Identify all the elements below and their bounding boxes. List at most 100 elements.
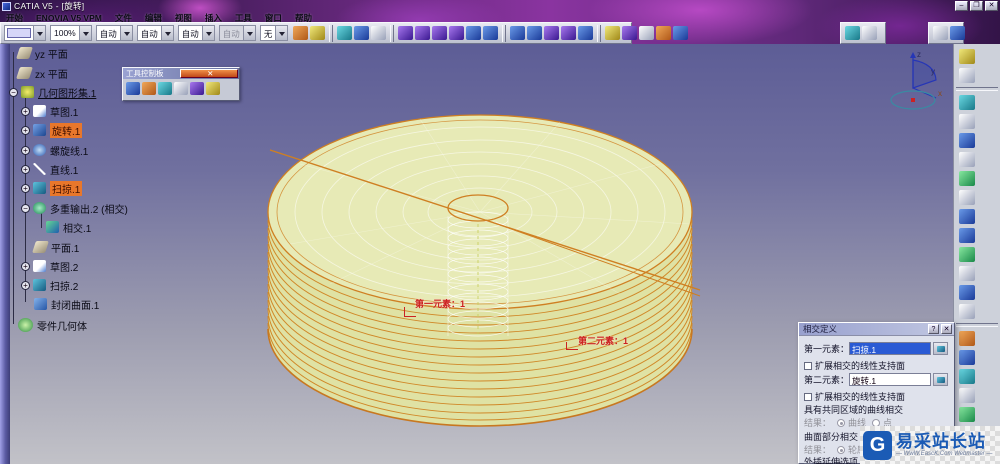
workbench-tool-icon[interactable]	[959, 266, 975, 281]
lineweight-dropdown[interactable]: 自动	[177, 25, 215, 41]
extend-support-checkbox-2[interactable]	[804, 392, 812, 401]
collapse-icon[interactable]: −	[21, 203, 30, 213]
tree-item-sketch-1[interactable]: + 草图.1	[21, 104, 78, 119]
3d-viewport[interactable]: 第一元素：1 第二元素：1 z y x yz 平面 zx 平面 − 几何图形集.…	[0, 44, 1000, 464]
palette-tool-icon[interactable]	[206, 82, 220, 95]
expand-icon[interactable]: +	[21, 106, 30, 116]
workbench-tool-icon[interactable]	[959, 114, 975, 129]
tree-item-zx-plane[interactable]: zx 平面	[16, 66, 68, 81]
workbench-tool-icon[interactable]	[959, 369, 975, 384]
misc-tool-icon[interactable]	[656, 26, 672, 40]
misc-tool-icon[interactable]	[673, 26, 689, 40]
collapse-icon[interactable]: −	[9, 87, 18, 97]
close-button[interactable]: ✕	[985, 1, 998, 11]
extend-support-checkbox-1[interactable]	[804, 361, 812, 370]
palette-tool-icon[interactable]	[174, 82, 188, 95]
palette-tool-icon[interactable]	[142, 82, 156, 95]
tree-anchor-bar[interactable]	[0, 44, 10, 464]
workbench-tool-icon[interactable]	[959, 190, 975, 205]
knowledge-tool-icon[interactable]	[862, 26, 877, 40]
workbench-tool-icon[interactable]	[959, 285, 975, 300]
misc-tool-icon[interactable]	[622, 26, 638, 40]
first-element-field[interactable]: 扫掠.1	[849, 342, 932, 355]
workbench-tool-icon[interactable]	[959, 68, 975, 83]
tree-item-yz-plane[interactable]: yz 平面	[16, 46, 68, 61]
render-style-icon[interactable]	[510, 26, 526, 40]
second-element-field[interactable]: 旋转.1	[849, 373, 932, 386]
whats-this-icon[interactable]	[371, 26, 387, 40]
second-element-annotation[interactable]: 第二元素：1	[578, 334, 628, 347]
chevron-down-icon[interactable]	[160, 26, 173, 40]
view-tool-icon[interactable]	[449, 26, 465, 40]
extract-icon[interactable]	[933, 342, 949, 355]
view-tool-icon[interactable]	[415, 26, 431, 40]
view-tool-icon[interactable]	[432, 26, 448, 40]
palette-tool-icon[interactable]	[158, 82, 172, 95]
tree-item-partbody[interactable]: 零件几何体	[18, 318, 87, 333]
chevron-down-icon[interactable]	[33, 26, 45, 40]
misc-tool-icon[interactable]	[639, 26, 655, 40]
workbench-tool-icon[interactable]	[959, 247, 975, 262]
title-bar[interactable]: CATIA V5 - [旋转] – ❐ ✕	[0, 0, 1000, 12]
restore-button[interactable]: ❐	[970, 1, 983, 11]
tree-item-revolve-1[interactable]: + 旋转.1	[21, 122, 83, 138]
palette-tool-icon[interactable]	[126, 82, 140, 95]
select-tool-icon[interactable]	[933, 26, 948, 40]
workbench-tool-icon[interactable]	[959, 350, 975, 365]
workbench-tool-icon[interactable]	[959, 49, 975, 64]
render-style-icon[interactable]	[544, 26, 560, 40]
expand-icon[interactable]: +	[21, 145, 30, 155]
workbench-tool-icon[interactable]	[959, 171, 975, 186]
layer-dropdown[interactable]: 无	[259, 25, 289, 41]
tree-item-sweep-1[interactable]: + 扫掠.1	[21, 180, 83, 196]
expand-icon[interactable]: +	[21, 280, 30, 290]
paste-format-icon[interactable]	[354, 26, 370, 40]
workbench-tool-icon[interactable]	[959, 95, 975, 110]
workbench-tool-icon[interactable]	[959, 304, 975, 319]
close-icon[interactable]: ✕	[941, 324, 952, 334]
wizard-icon[interactable]	[310, 26, 326, 40]
tree-item-sketch-2[interactable]: + 草图.2	[21, 259, 78, 274]
help-icon[interactable]: ?	[928, 324, 939, 334]
tree-item-intersect-1[interactable]: 相交.1	[46, 220, 91, 235]
tree-item-plane-1[interactable]: 平面.1	[32, 240, 79, 255]
close-icon[interactable]: ✕	[179, 69, 238, 78]
chevron-down-icon[interactable]	[119, 26, 132, 40]
chevron-down-icon[interactable]	[275, 26, 288, 40]
tree-item-multi-output[interactable]: − 多重输出.2 (相交)	[21, 201, 128, 216]
color-dropdown[interactable]	[4, 25, 46, 41]
minimize-button[interactable]: –	[955, 1, 968, 11]
render-style-icon[interactable]	[561, 26, 577, 40]
workbench-tool-icon[interactable]	[959, 133, 975, 148]
painter-icon[interactable]	[293, 26, 309, 40]
view-tool-icon[interactable]	[466, 26, 482, 40]
view-tool-icon[interactable]	[483, 26, 499, 40]
extract-icon[interactable]	[933, 373, 949, 386]
tree-item-sweep-2[interactable]: + 扫掠.2	[21, 278, 78, 293]
tool-palette[interactable]: 工具控制板 ✕	[122, 67, 240, 101]
tool-palette-titlebar[interactable]: 工具控制板 ✕	[123, 68, 239, 79]
workbench-tool-icon[interactable]	[959, 209, 975, 224]
expand-icon[interactable]: +	[21, 125, 30, 135]
workbench-tool-icon[interactable]	[959, 407, 975, 422]
linetype-dropdown[interactable]: 自动	[136, 25, 174, 41]
render-mode-dropdown[interactable]: 自动	[95, 25, 133, 41]
workbench-tool-icon[interactable]	[959, 388, 975, 403]
workbench-tool-icon[interactable]	[959, 152, 975, 167]
workbench-tool-icon[interactable]	[959, 228, 975, 243]
render-style-icon[interactable]	[527, 26, 543, 40]
tree-item-geometrical-set[interactable]: − 几何图形集.1	[9, 85, 96, 100]
tree-item-helix-1[interactable]: + 螺旋线.1	[21, 143, 88, 158]
expand-icon[interactable]: +	[21, 261, 30, 271]
catalog-icon[interactable]	[337, 26, 353, 40]
misc-tool-icon[interactable]	[605, 26, 621, 40]
workbench-tool-icon[interactable]	[959, 331, 975, 346]
view-tool-icon[interactable]	[398, 26, 414, 40]
knowledge-tool-icon[interactable]	[845, 26, 860, 40]
tree-item-line-1[interactable]: + 直线.1	[21, 162, 78, 177]
first-element-annotation[interactable]: 第一元素：1	[415, 297, 465, 310]
select-tool-icon[interactable]	[950, 26, 965, 40]
palette-tool-icon[interactable]	[190, 82, 204, 95]
dialog-titlebar[interactable]: 相交定义 ? ✕	[799, 323, 954, 336]
opacity-dropdown[interactable]: 100%	[50, 25, 92, 41]
